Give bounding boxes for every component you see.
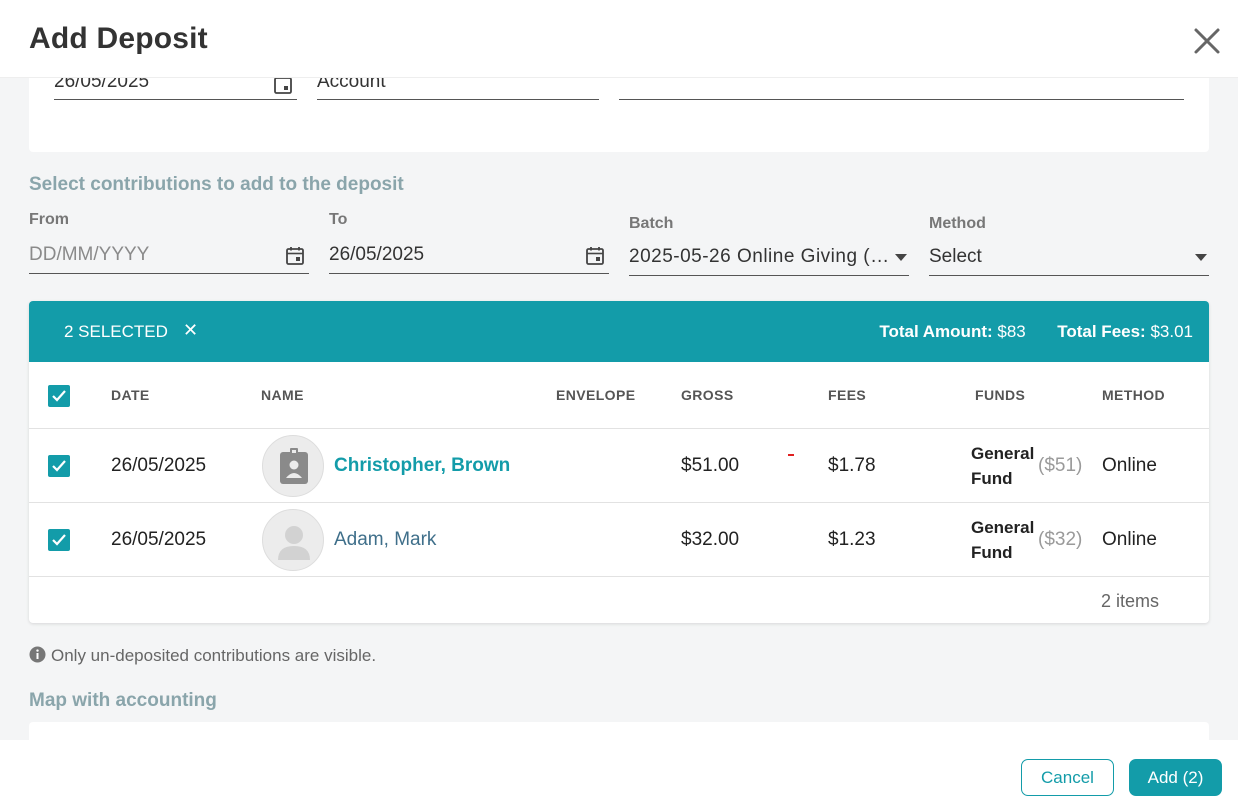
- id-badge-icon: [280, 448, 308, 484]
- clear-selection-button[interactable]: ✕: [183, 320, 198, 341]
- row-checkbox[interactable]: [48, 529, 70, 551]
- from-date-placeholder: DD/MM/YYYY: [29, 244, 150, 265]
- column-name[interactable]: NAME: [261, 387, 304, 403]
- account-select[interactable]: Account: [317, 78, 599, 100]
- deposit-note-field[interactable]: [619, 78, 1184, 100]
- add-button[interactable]: Add (2): [1129, 759, 1222, 796]
- column-funds[interactable]: FUNDS: [975, 387, 1025, 403]
- total-fees-value: $3.01: [1150, 322, 1193, 341]
- dialog-title: Add Deposit: [29, 22, 208, 55]
- items-count: 2 items: [1100, 591, 1159, 611]
- total-amount-value: $83: [997, 322, 1026, 341]
- chevron-down-icon: [895, 254, 907, 261]
- table-row[interactable]: 26/05/2025 Adam, Mark $32.00 $1.23 Gener…: [29, 503, 1209, 577]
- row-fund-name: General Fund: [971, 515, 1034, 565]
- selection-bar: 2 SELECTED ✕ Total Amount: $83 Total Fee…: [29, 301, 1209, 362]
- accounting-card: [29, 722, 1209, 740]
- chevron-down-icon: [1195, 254, 1207, 261]
- fund-name-line1: General: [971, 444, 1035, 463]
- column-envelope[interactable]: ENVELOPE: [556, 387, 635, 403]
- row-date: 26/05/2025: [111, 529, 207, 550]
- contributions-section-title: Select contributions to add to the depos…: [29, 174, 404, 195]
- row-fund-name: General Fund: [971, 441, 1034, 491]
- grid-footer: 2 items: [29, 577, 1209, 623]
- person-icon: [278, 526, 310, 560]
- to-date-value: 26/05/2025: [329, 244, 425, 265]
- calendar-icon: [274, 78, 292, 94]
- cancel-button[interactable]: Cancel: [1021, 759, 1114, 796]
- row-gross: $32.00: [681, 529, 740, 550]
- check-icon: [52, 390, 66, 402]
- method-label: Method: [929, 215, 986, 232]
- contributions-grid: 2 SELECTED ✕ Total Amount: $83 Total Fee…: [29, 301, 1209, 623]
- row-fees: $1.78: [828, 455, 876, 476]
- red-tick-mark: [788, 454, 794, 456]
- batch-label: Batch: [629, 215, 674, 232]
- total-fees-label: Total Fees:: [1057, 322, 1146, 341]
- dialog-header: Add Deposit: [0, 0, 1238, 78]
- batch-value: 2025-05-26 Online Giving (…: [629, 246, 890, 267]
- column-date[interactable]: DATE: [111, 387, 150, 403]
- selection-totals: Total Amount: $83 Total Fees: $3.01: [879, 322, 1193, 342]
- deposit-date-value: 26/05/2025: [54, 78, 150, 92]
- column-fees[interactable]: FEES: [828, 387, 866, 403]
- fund-name-line2: Fund: [971, 543, 1013, 562]
- avatar: [262, 509, 324, 571]
- fund-name-line1: General: [971, 518, 1035, 537]
- to-label: To: [329, 211, 348, 228]
- row-fees: $1.23: [828, 529, 876, 550]
- method-select[interactable]: Select: [929, 236, 1209, 276]
- contributor-name-link[interactable]: Christopher, Brown: [334, 455, 510, 477]
- table-header: DATE NAME ENVELOPE GROSS FEES FUNDS METH…: [29, 362, 1209, 429]
- check-icon: [52, 460, 66, 472]
- row-gross: $51.00: [681, 455, 740, 476]
- info-icon: [29, 646, 46, 663]
- from-date-field[interactable]: DD/MM/YYYY: [29, 234, 309, 274]
- deposit-details-card: 26/05/2025 Account: [29, 78, 1209, 152]
- deposit-date-field[interactable]: 26/05/2025: [54, 78, 297, 100]
- row-fund-amount: ($32): [1038, 529, 1083, 550]
- total-amount-label: Total Amount:: [879, 322, 993, 341]
- close-button[interactable]: [1190, 24, 1224, 58]
- dialog-content[interactable]: 26/05/2025 Account Select contributions …: [0, 78, 1238, 740]
- row-fund-amount: ($51): [1038, 455, 1083, 476]
- row-date: 26/05/2025: [111, 455, 207, 476]
- from-label: From: [29, 211, 69, 228]
- table-row[interactable]: 26/05/2025 Christopher, Brown $51.00 $1.…: [29, 429, 1209, 503]
- contributor-name-link[interactable]: Adam, Mark: [334, 529, 436, 551]
- accounting-section-title: Map with accounting: [29, 690, 217, 711]
- method-value: Select: [929, 246, 982, 267]
- column-method[interactable]: METHOD: [1102, 387, 1165, 403]
- row-checkbox[interactable]: [48, 455, 70, 477]
- check-icon: [52, 534, 66, 546]
- to-date-field[interactable]: 26/05/2025: [329, 234, 609, 274]
- calendar-icon[interactable]: [585, 246, 605, 266]
- row-method: Online: [1102, 529, 1157, 550]
- avatar: [262, 435, 324, 497]
- calendar-icon[interactable]: [285, 246, 305, 266]
- dialog-footer: Cancel Add (2): [0, 740, 1238, 809]
- select-all-checkbox[interactable]: [48, 385, 70, 407]
- column-gross[interactable]: GROSS: [681, 387, 734, 403]
- row-method: Online: [1102, 455, 1157, 476]
- fund-name-line2: Fund: [971, 469, 1013, 488]
- visibility-note-text: Only un-deposited contributions are visi…: [51, 646, 377, 665]
- account-placeholder: Account: [317, 78, 386, 92]
- selected-count: 2 SELECTED: [64, 322, 168, 341]
- close-icon: [1194, 28, 1220, 54]
- visibility-note: Only un-deposited contributions are visi…: [29, 646, 376, 666]
- batch-select[interactable]: 2025-05-26 Online Giving (…: [629, 236, 909, 276]
